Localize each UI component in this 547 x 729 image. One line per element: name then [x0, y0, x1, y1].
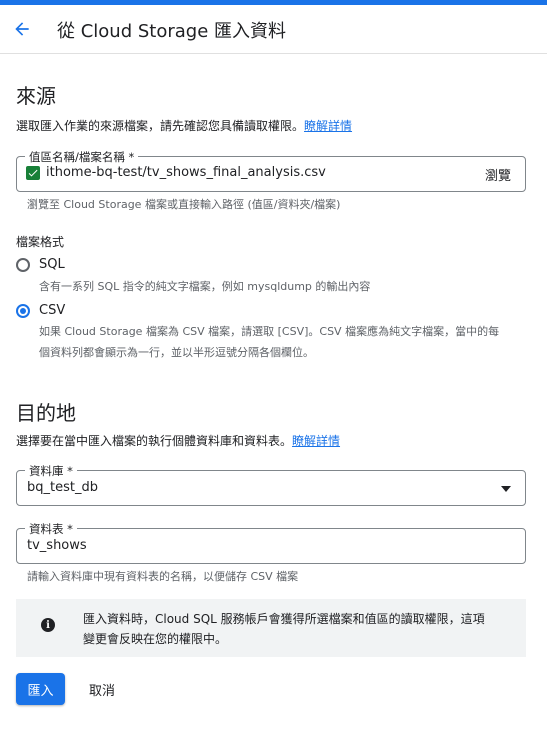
dropdown-arrow-icon[interactable]: [501, 486, 511, 492]
radio-sql[interactable]: [16, 258, 30, 272]
source-heading: 來源: [16, 84, 56, 108]
destination-description-text: 選擇要在當中匯入檔案的執行個體資料庫和資料表。: [16, 434, 293, 448]
page-title: 從 Cloud Storage 匯入資料: [57, 21, 287, 42]
csv-option-description-line1: 如果 Cloud Storage 檔案為 CSV 檔案，請選取 [CSV]。CS…: [39, 325, 500, 338]
csv-option-title[interactable]: CSV: [39, 303, 65, 318]
radio-csv[interactable]: [16, 304, 30, 318]
destination-learn-more-link[interactable]: 瞭解詳情: [292, 434, 340, 448]
info-banner: i 匯入資料時，Cloud SQL 服務帳戶會獲得所選檔案和值區的讀取權限，這項…: [16, 599, 526, 657]
bucket-file-field[interactable]: 值區名稱/檔案名稱 * ithome-bq-test/tv_shows_fina…: [16, 149, 526, 192]
info-text-line2: 變更會反映在您的權限中。: [83, 632, 228, 646]
sql-option-description: 含有一系列 SQL 指令的純文字檔案，例如 mysqldump 的輸出內容: [39, 280, 371, 293]
csv-option-description-line2: 個資料列都會顯示為一行，並以半形逗號分隔各個欄位。: [39, 346, 314, 359]
cancel-button[interactable]: 取消: [80, 673, 124, 705]
browse-button[interactable]: 瀏覽: [485, 165, 511, 184]
table-input[interactable]: tv_shows: [27, 538, 87, 553]
destination-heading: 目的地: [16, 401, 76, 425]
bucket-file-input[interactable]: ithome-bq-test/tv_shows_final_analysis.c…: [46, 165, 326, 180]
source-description-text: 選取匯入作業的來源檔案，請先確認您具備讀取權限。: [16, 119, 305, 133]
table-label: 資料表 *: [25, 521, 77, 537]
sql-option-title[interactable]: SQL: [39, 257, 65, 272]
bucket-file-helper: 瀏覽至 Cloud Storage 檔案或直接輸入路徑 (值區/資料夾/檔案): [27, 198, 341, 211]
database-select[interactable]: 資料庫 * bq_test_db: [16, 463, 526, 506]
info-text-line1: 匯入資料時，Cloud SQL 服務帳戶會獲得所選檔案和值區的讀取權限，這項: [83, 612, 485, 626]
arrow-back-icon: [15, 22, 29, 36]
back-button[interactable]: [8, 15, 36, 43]
valid-path-checkbox: [26, 166, 40, 180]
source-learn-more-link[interactable]: 瞭解詳情: [304, 119, 352, 133]
radio-csv-dot: [20, 308, 26, 314]
bucket-file-label: 值區名稱/檔案名稱 *: [25, 149, 139, 165]
check-icon: [28, 169, 38, 177]
info-text: 匯入資料時，Cloud SQL 服務帳戶會獲得所選檔案和值區的讀取權限，這項 變…: [83, 609, 485, 649]
table-helper: 請輸入資料庫中現有資料表的名稱，以便儲存 CSV 檔案: [27, 570, 299, 583]
table-field[interactable]: 資料表 * tv_shows: [16, 521, 526, 564]
database-value[interactable]: bq_test_db: [27, 480, 98, 495]
file-format-label: 檔案格式: [16, 235, 65, 249]
database-label: 資料庫 *: [25, 463, 77, 479]
page-header: 從 Cloud Storage 匯入資料: [0, 5, 547, 54]
destination-description: 選擇要在當中匯入檔案的執行個體資料庫和資料表。瞭解詳情: [16, 432, 340, 449]
source-description: 選取匯入作業的來源檔案，請先確認您具備讀取權限。瞭解詳情: [16, 117, 352, 134]
info-icon: i: [41, 618, 55, 632]
import-button[interactable]: 匯入: [16, 673, 65, 705]
